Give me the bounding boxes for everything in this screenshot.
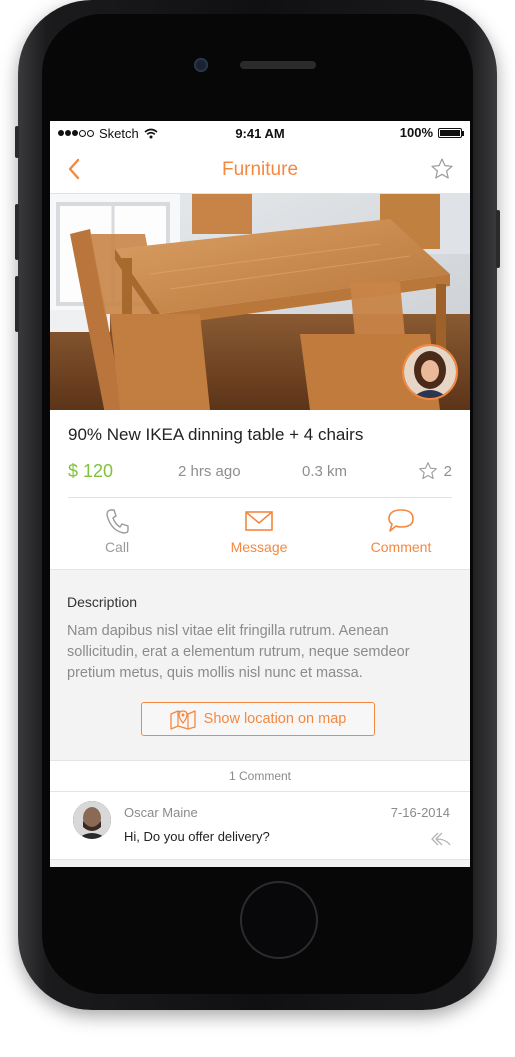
earpiece-speaker xyxy=(240,61,316,69)
front-camera xyxy=(194,58,208,72)
home-button[interactable] xyxy=(240,881,318,959)
phone-icon xyxy=(106,509,129,534)
call-label: Call xyxy=(104,539,130,555)
seller-portrait xyxy=(404,346,456,398)
star-outline-icon[interactable] xyxy=(430,157,454,181)
listing-meta: $ 120 2 hrs ago 0.3 km 2 xyxy=(68,461,452,483)
seller-avatar[interactable] xyxy=(402,344,458,400)
speech-bubble-icon xyxy=(388,509,414,532)
reply-icon[interactable] xyxy=(430,831,452,847)
app-screen: Sketch 9:41 AM 100% Furniture 90% New IK… xyxy=(50,121,470,867)
navigation-bar: Furniture xyxy=(50,145,470,194)
commenter-name: Oscar Maine xyxy=(124,805,198,820)
comment-label: Comment xyxy=(370,539,432,555)
comment-item: Oscar Maine Hi, Do you offer delivery? 7… xyxy=(50,791,470,859)
description-body: Nam dapibus nisl vitae elit fringilla ru… xyxy=(67,623,410,681)
mute-switch xyxy=(15,126,19,158)
listing-title: 90% New IKEA dinning table + 4 chairs xyxy=(68,425,364,444)
star-outline-icon xyxy=(418,462,437,480)
show-location-label: Show location on map xyxy=(203,711,347,727)
map-pin-icon xyxy=(170,710,196,730)
listing-photo[interactable] xyxy=(50,194,470,410)
call-button[interactable]: Call xyxy=(57,505,177,555)
description-heading: Description xyxy=(67,594,138,610)
action-bar: Call Message Comment xyxy=(50,505,470,567)
volume-down-button xyxy=(15,276,19,332)
battery-percent: 100% xyxy=(399,125,433,140)
page-title: Furniture xyxy=(221,159,299,180)
list-end xyxy=(50,859,470,867)
show-location-button[interactable]: Show location on map xyxy=(141,702,375,736)
status-bar: Sketch 9:41 AM 100% xyxy=(50,121,470,145)
envelope-icon xyxy=(245,511,273,531)
power-button xyxy=(496,210,500,268)
favorite-count-label: 2 xyxy=(443,462,452,480)
comment-button[interactable]: Comment xyxy=(341,505,461,555)
distance: 0.3 km xyxy=(302,463,348,480)
comment-text: Hi, Do you offer delivery? xyxy=(124,829,270,844)
posted-time: 2 hrs ago xyxy=(178,463,241,480)
volume-up-button xyxy=(15,204,19,260)
listing-price: $ 120 xyxy=(68,461,114,481)
description-section: Description Nam dapibus nisl vitae elit … xyxy=(50,569,470,760)
comment-date: 7-16-2014 xyxy=(390,805,450,820)
favorite-count[interactable]: 2 xyxy=(418,461,452,481)
comments-count: 1 Comment xyxy=(50,760,470,792)
divider xyxy=(68,497,452,498)
commenter-avatar[interactable] xyxy=(73,801,111,839)
message-button[interactable]: Message xyxy=(199,505,319,555)
message-label: Message xyxy=(230,539,288,555)
commenter-portrait xyxy=(73,801,111,839)
battery-icon xyxy=(438,127,464,138)
